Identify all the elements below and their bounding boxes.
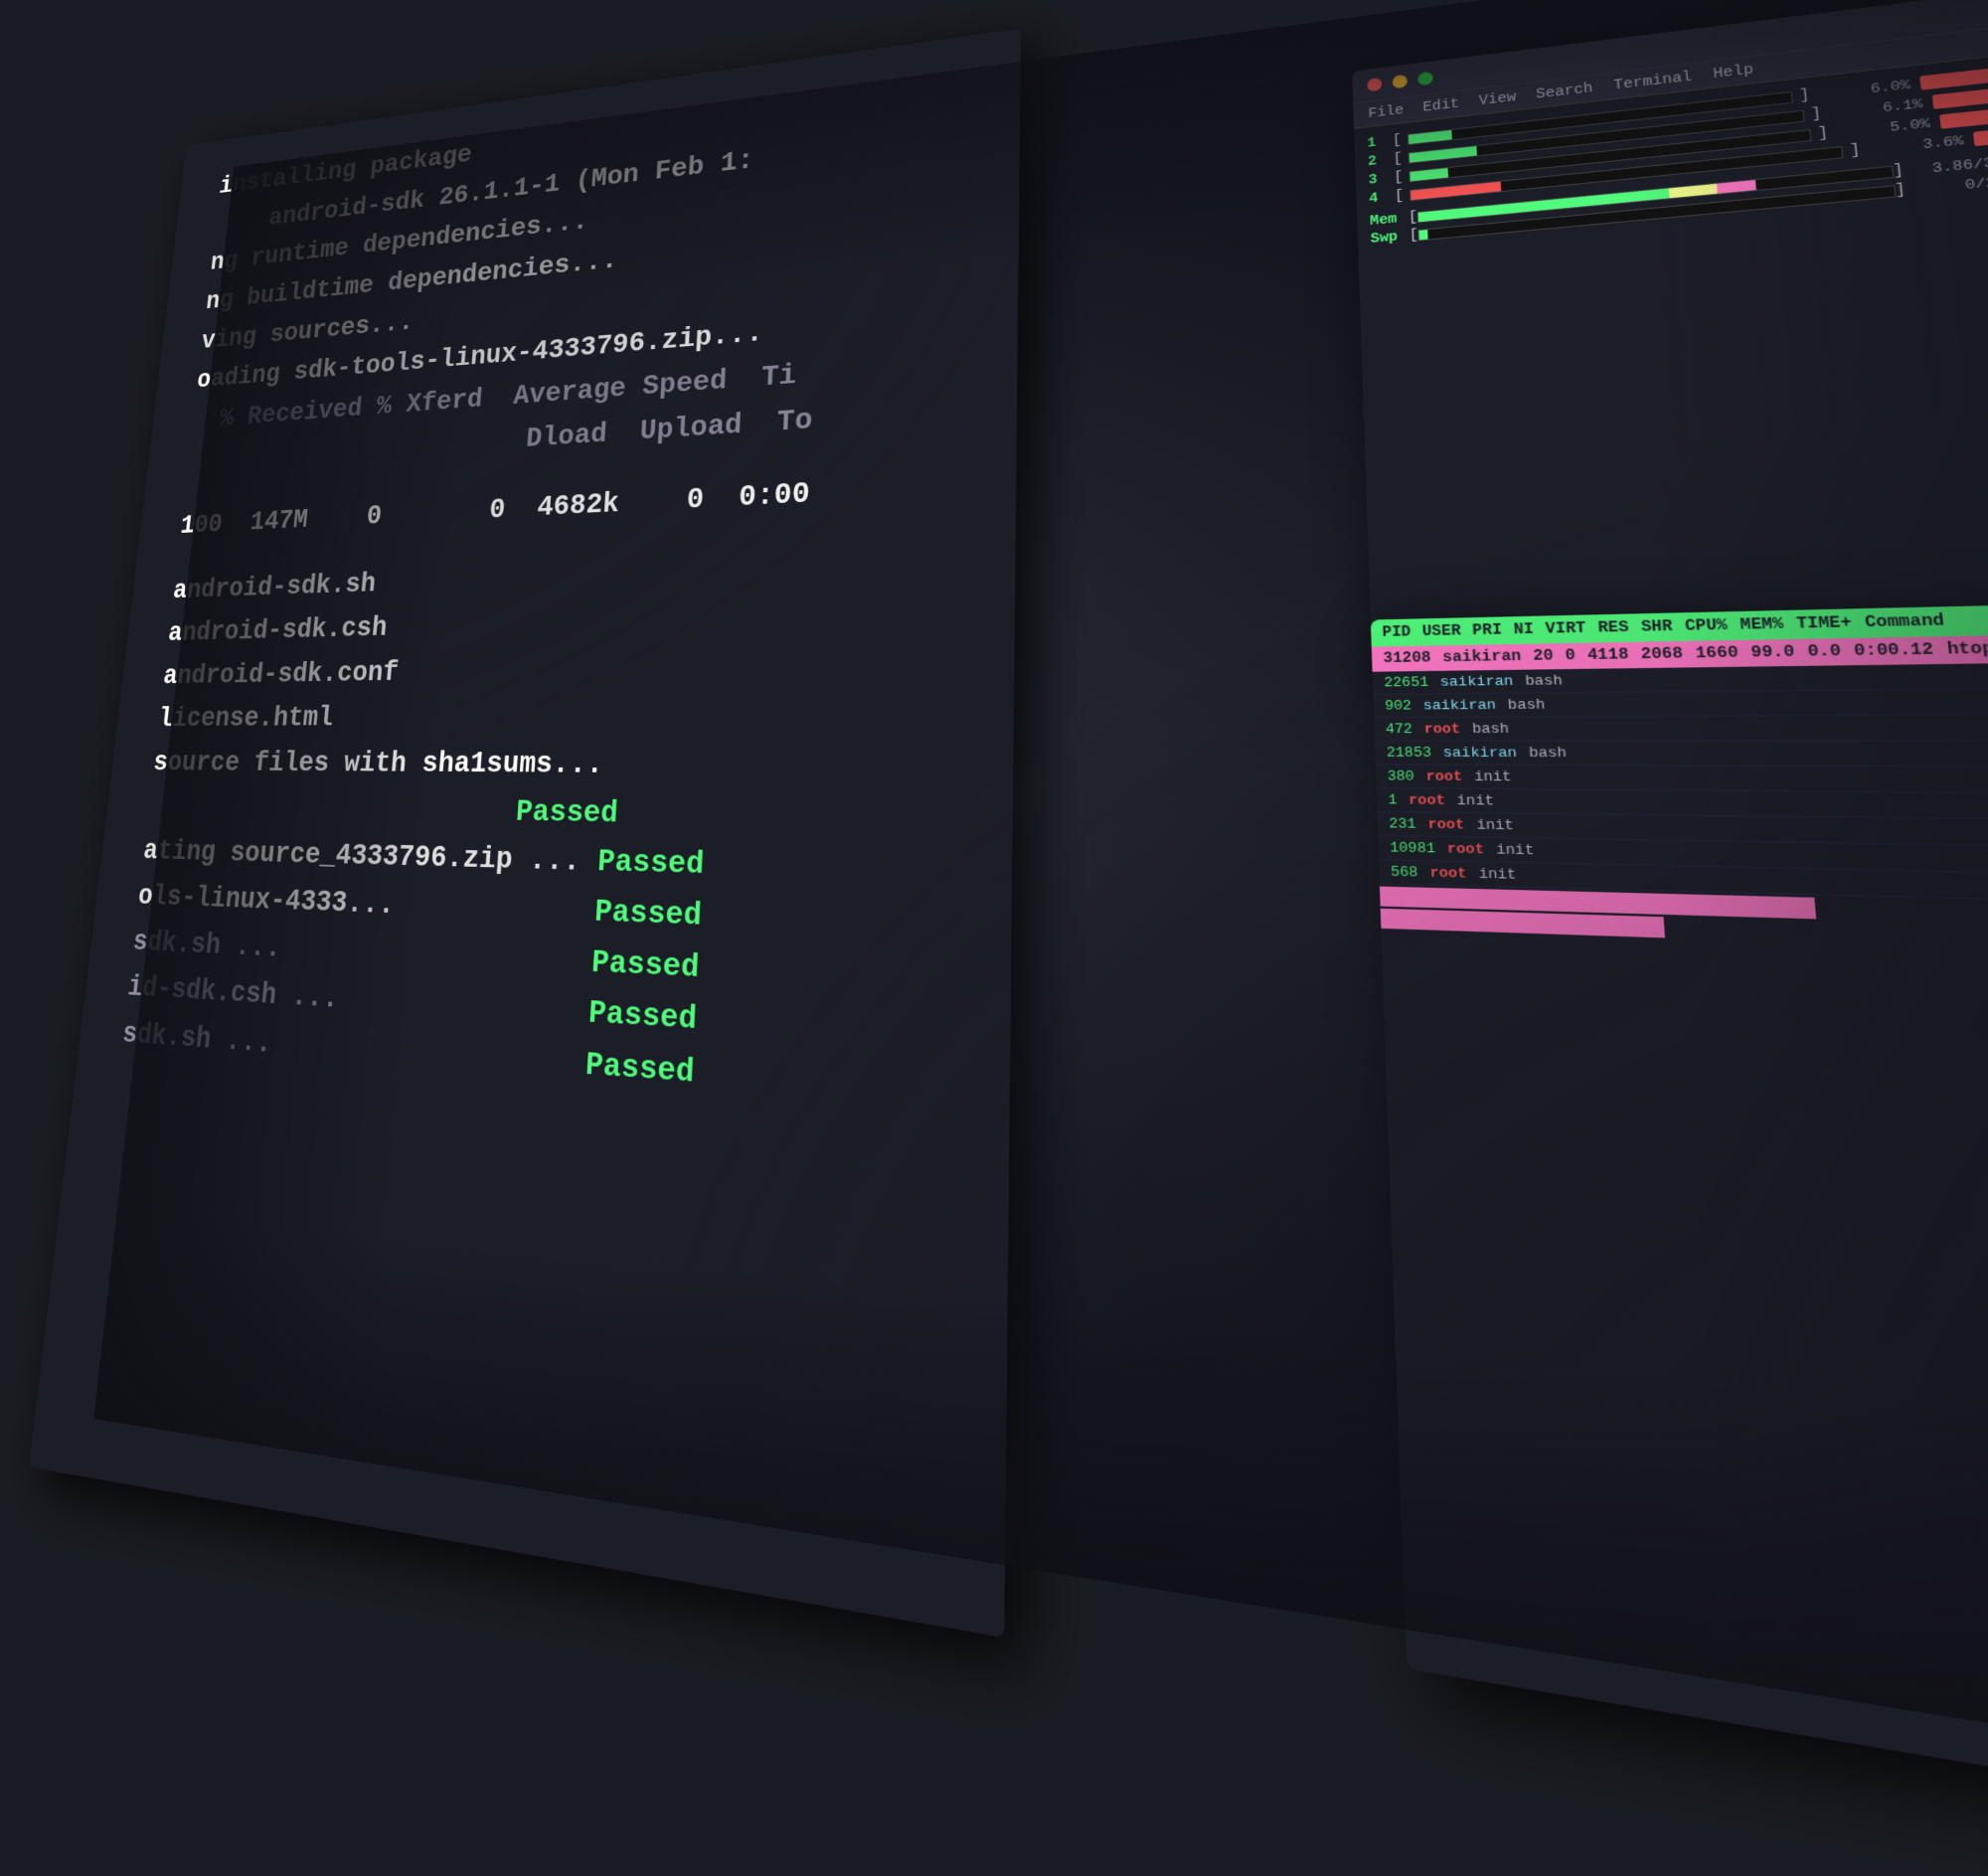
proc-user: saikiran [1439, 673, 1513, 690]
proc-cmd: init [1478, 866, 1517, 884]
proc-user: saikiran [1422, 697, 1496, 714]
proc-cmd: init [1496, 841, 1535, 859]
proc-pid: 472 [1386, 721, 1413, 737]
menu-help[interactable]: Help [1713, 62, 1754, 82]
process-list: PID USER PRI NI VIRT RES SHR CPU% MEM% T… [1371, 602, 1988, 1811]
proc-shr: 1660 [1695, 644, 1739, 662]
proc-cmd: htop [1946, 640, 1988, 659]
mem-label: Mem [1370, 211, 1408, 230]
proc-pri: 20 [1533, 648, 1554, 666]
proc-cmd: init [1476, 816, 1514, 833]
terminal-main: installing package android-sdk 26.1.1-1 … [29, 29, 1021, 1638]
col-virt: VIRT [1545, 620, 1586, 638]
menu-search[interactable]: Search [1536, 81, 1593, 102]
menu-terminal[interactable]: Terminal [1613, 69, 1693, 92]
process-row: 21853 saikiran bash [1375, 741, 1988, 767]
htop-window: File Edit View Search Terminal Help 1 [ … [1352, 0, 1988, 672]
process-row: 472 root bash [1374, 714, 1988, 741]
proc-cmd: bash [1507, 697, 1545, 714]
cpu-label-2: 2 [1368, 152, 1394, 170]
terminal-line: license.html [156, 689, 955, 741]
menu-view[interactable]: View [1479, 89, 1517, 108]
proc-res: 2068 [1640, 645, 1683, 663]
col-shr: SHR [1641, 618, 1674, 636]
col-ni: NI [1513, 621, 1534, 639]
menu-file[interactable]: File [1368, 102, 1404, 121]
proc-virt: 4118 [1587, 646, 1629, 664]
proc-cmd: init [1474, 768, 1512, 785]
proc-cpu: 99.0 [1750, 643, 1795, 662]
minimize-button[interactable] [1393, 74, 1408, 88]
mem-val: 3.86/31.4G [1903, 150, 1988, 178]
col-cmd: Command [1864, 612, 1945, 632]
proc-cmd: bash [1472, 721, 1510, 737]
proc-pid: 22651 [1384, 674, 1428, 690]
proc-user: saikiran [1442, 745, 1517, 762]
scene: installing package android-sdk 26.1.1-1 … [93, 0, 1988, 1782]
close-button[interactable] [1367, 77, 1382, 91]
cpu-label-4: 4 [1369, 190, 1395, 208]
swp-label: Swp [1371, 229, 1410, 248]
proc-cmd: bash [1529, 745, 1568, 762]
col-mem: MEM% [1740, 616, 1784, 635]
proc-ni: 0 [1565, 647, 1575, 665]
proc-user: root [1447, 840, 1485, 857]
col-cpu: CPU% [1685, 617, 1729, 636]
proc-user: saikiran [1442, 648, 1522, 666]
proc-pid: 10981 [1390, 839, 1435, 856]
col-user: USER [1421, 623, 1461, 641]
col-time: TIME+ [1795, 614, 1852, 633]
proc-pid: 231 [1389, 815, 1416, 832]
col-pri: PRI [1472, 622, 1502, 640]
terminal-line: source files with sha1sums... [151, 741, 955, 792]
col-res: RES [1597, 619, 1629, 637]
proc-user: root [1425, 768, 1462, 785]
proc-cmd: bash [1525, 672, 1564, 689]
proc-pid: 31208 [1383, 650, 1431, 668]
cpu-label-3: 3 [1368, 171, 1394, 189]
menu-edit[interactable]: Edit [1422, 96, 1459, 115]
maximize-button[interactable] [1417, 71, 1433, 85]
col-pid: PID [1382, 624, 1410, 641]
proc-time: 0:00.12 [1854, 641, 1935, 661]
proc-pid: 380 [1387, 768, 1414, 784]
proc-pid: 1 [1388, 791, 1398, 807]
proc-user: root [1408, 792, 1445, 809]
proc-user: root [1423, 721, 1460, 737]
proc-cmd: init [1456, 792, 1494, 809]
proc-user: root [1427, 816, 1465, 833]
proc-pid: 21853 [1387, 745, 1432, 761]
proc-mem: 0.0 [1807, 643, 1842, 662]
proc-pid: 902 [1385, 698, 1411, 714]
proc-user: root [1429, 864, 1467, 882]
cpu-label-1: 1 [1367, 134, 1393, 152]
proc-pid: 568 [1391, 864, 1418, 881]
